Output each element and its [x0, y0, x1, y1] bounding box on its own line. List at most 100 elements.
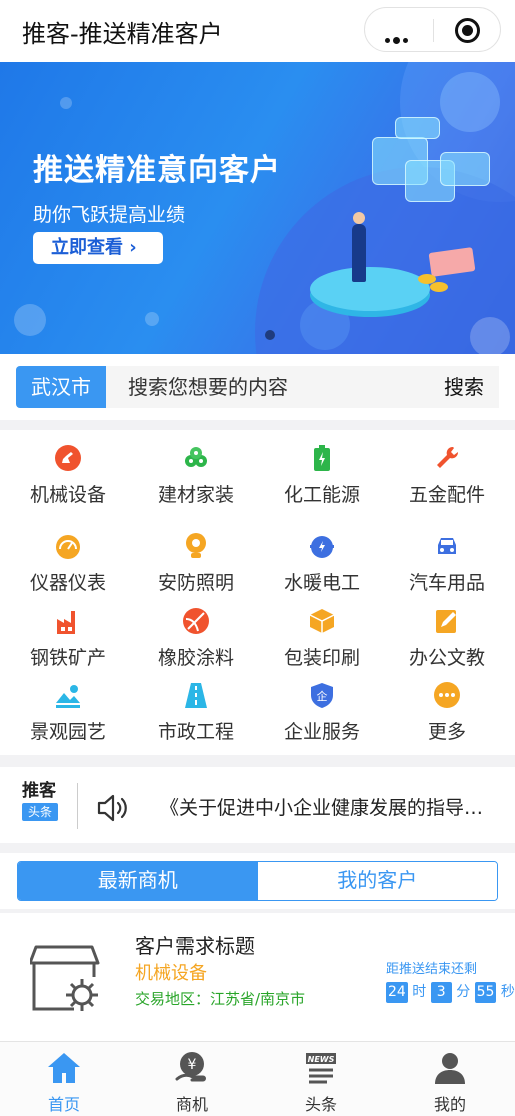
bricks-icon: [185, 447, 207, 467]
divider: [77, 783, 78, 829]
tab-headlines[interactable]: NEWS 头条: [257, 1042, 385, 1116]
category-chemical[interactable]: 化工能源: [258, 444, 386, 507]
tab-label: 商机: [175, 1095, 208, 1114]
tabs-bar: 最新商机 我的客户: [0, 853, 515, 909]
tab-label: 头条: [304, 1095, 337, 1114]
banner-indicator: [265, 330, 275, 340]
more-icon: [434, 682, 460, 708]
countdown-hours-unit: 时: [412, 984, 427, 1000]
more-dots-icon[interactable]: [385, 28, 411, 47]
tab-my-customers[interactable]: 我的客户: [257, 862, 497, 900]
category-label: 市政工程: [157, 721, 234, 743]
category-instrument[interactable]: 仪器仪表: [4, 532, 132, 595]
plug-icon: [310, 536, 334, 558]
category-label: 钢铁矿产: [29, 647, 106, 669]
category-label: 仪器仪表: [29, 572, 106, 594]
news-ticker[interactable]: 推客 头条 《关于促进中小企业健康发展的指导意见》: [0, 767, 515, 843]
bottom-tab-bar: 首页 ¥ 商机 NEWS 头条 我的: [0, 1041, 515, 1116]
view-now-button[interactable]: 立即查看 ›: [33, 232, 163, 264]
category-grid: 机械设备 建材家装 化工能源 五金配件 仪器仪表 安防照明 水暖电工 汽车用品 …: [0, 430, 515, 755]
category-more[interactable]: 更多: [383, 681, 511, 744]
svg-text:企: 企: [317, 689, 328, 703]
svg-text:¥: ¥: [188, 1057, 197, 1073]
category-label: 包装印刷: [283, 647, 360, 669]
category-rubber[interactable]: 橡胶涂料: [132, 607, 260, 670]
category-label: 机械设备: [29, 484, 106, 506]
box-icon: [309, 609, 335, 633]
countdown-minutes: 3: [430, 982, 452, 1003]
banner-decoration: [440, 72, 500, 132]
coin-graphic: [430, 282, 448, 292]
countdown-hours: 24: [386, 982, 408, 1003]
search-bar: 武汉市 搜索: [0, 354, 515, 420]
category-steel[interactable]: 钢铁矿产: [4, 607, 132, 670]
mini-program-capsule: [364, 7, 501, 52]
category-enterprise[interactable]: 企 企业服务: [258, 681, 386, 744]
category-building[interactable]: 建材家装: [132, 444, 260, 507]
opportunity-card[interactable]: 客户需求标题 机械设备 交易地区：江苏省/南京市 距推送结束还剩 24 时 3 …: [0, 913, 515, 1041]
landscape-icon: [56, 685, 80, 708]
countdown-seconds-unit: 秒: [500, 984, 515, 1000]
category-label: 汽车用品: [408, 572, 485, 594]
search-button[interactable]: 搜索: [429, 366, 499, 408]
category-auto[interactable]: 汽车用品: [383, 532, 511, 595]
factory-icon: [57, 611, 75, 634]
category-security[interactable]: 安防照明: [132, 532, 260, 595]
banner-decoration: [470, 317, 510, 354]
news-headline[interactable]: 《关于促进中小企业健康发展的指导意见》: [160, 793, 495, 820]
category-hardware[interactable]: 五金配件: [383, 444, 511, 507]
category-label: 化工能源: [283, 484, 360, 506]
page: 推客-推送精准客户 推送精准意向客户 助你飞跃提高业绩 立即查看 › 武汉市 搜…: [0, 0, 515, 1116]
chart-screen-graphic: [440, 152, 490, 186]
wrench-icon: [437, 446, 459, 468]
robot-arm-icon: [55, 445, 81, 471]
capsule-divider: [433, 19, 434, 42]
countdown-values: 24 时 3 分 55 秒: [386, 981, 515, 1003]
tab-label: 我的: [433, 1095, 466, 1114]
countdown: 距推送结束还剩 24 时 3 分 55 秒: [386, 958, 515, 1003]
store-gear-icon: [30, 945, 100, 1011]
category-packaging[interactable]: 包装印刷: [258, 607, 386, 670]
category-municipal[interactable]: 市政工程: [132, 681, 260, 744]
countdown-label: 距推送结束还剩: [386, 962, 478, 977]
ball-icon: [183, 608, 209, 634]
card-area: 交易地区：江苏省/南京市: [135, 990, 306, 1008]
road-icon: [185, 683, 207, 708]
category-landscape[interactable]: 景观园艺: [4, 681, 132, 744]
svg-text:NEWS: NEWS: [308, 1055, 335, 1064]
card-title: 客户需求标题: [135, 934, 255, 958]
card-category: 机械设备: [135, 963, 207, 984]
category-office[interactable]: 办公文教: [383, 607, 511, 670]
category-label: 安防照明: [157, 572, 234, 594]
category-label: 五金配件: [408, 484, 485, 506]
app-header: 推客-推送精准客户: [0, 0, 515, 62]
car-icon: [438, 538, 456, 554]
category-label: 景观园艺: [29, 721, 106, 743]
pencil-note-icon: [436, 610, 456, 633]
segmented-tabs: 最新商机 我的客户: [17, 861, 498, 901]
category-label: 企业服务: [283, 721, 360, 743]
home-icon: [48, 1053, 80, 1083]
tab-label: 首页: [47, 1095, 80, 1114]
category-label: 更多: [427, 721, 466, 743]
tab-latest-opportunities[interactable]: 最新商机: [18, 862, 258, 900]
yuan-hand-icon: ¥: [175, 1052, 206, 1082]
category-label: 办公文教: [408, 647, 485, 669]
promo-banner[interactable]: 推送精准意向客户 助你飞跃提高业绩 立即查看 ›: [0, 62, 515, 354]
category-label: 建材家装: [157, 484, 234, 506]
target-close-icon[interactable]: [455, 18, 480, 43]
category-plumbing[interactable]: 水暖电工: [258, 532, 386, 595]
tab-home[interactable]: 首页: [0, 1042, 128, 1116]
search-input[interactable]: [106, 366, 429, 408]
tab-mine[interactable]: 我的: [386, 1042, 514, 1116]
news-brand-title: 推客: [22, 781, 56, 801]
category-machinery[interactable]: 机械设备: [4, 444, 132, 507]
countdown-minutes-unit: 分: [456, 984, 471, 1000]
page-title: 推客-推送精准客户: [22, 20, 223, 48]
shield-icon: 企: [311, 683, 333, 708]
banner-decoration: [60, 97, 72, 109]
tab-opportunities[interactable]: ¥ 商机: [128, 1042, 256, 1116]
camera-icon: [186, 533, 206, 558]
city-selector[interactable]: 武汉市: [16, 366, 106, 408]
news-icon: NEWS: [306, 1053, 336, 1084]
